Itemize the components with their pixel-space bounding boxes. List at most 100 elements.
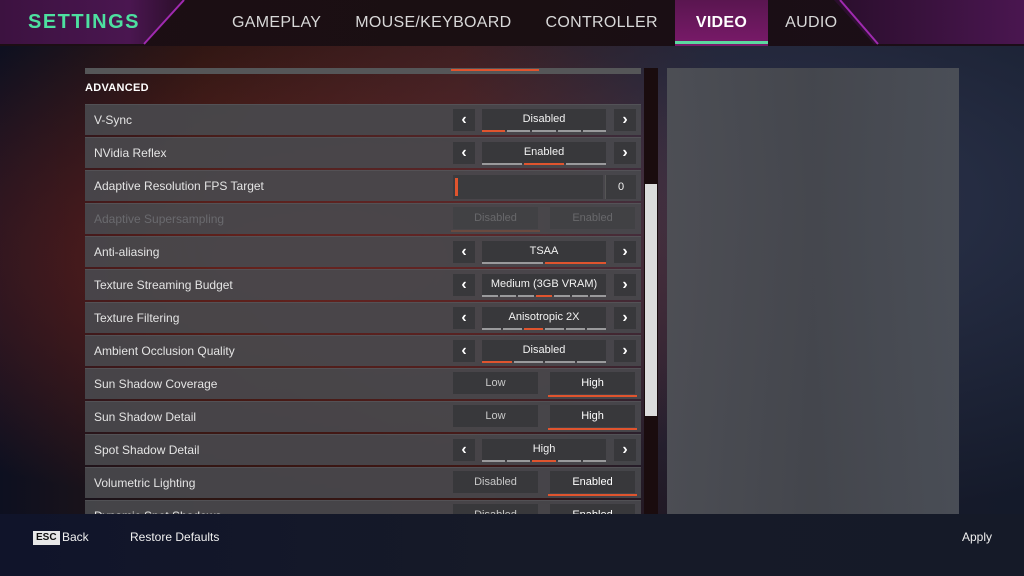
- chevron-right-icon[interactable]: ›: [614, 340, 636, 362]
- setting-row-dynamic-spot-shadows[interactable]: Dynamic Spot ShadowsDisabledEnabled: [85, 500, 641, 514]
- option-segment: [482, 262, 543, 264]
- slider-value-field[interactable]: 0: [605, 175, 636, 199]
- apply-button[interactable]: Apply: [962, 530, 992, 544]
- slider-handle[interactable]: [455, 178, 458, 196]
- setting-row-ambient-occlusion-quality[interactable]: Ambient Occlusion Quality ‹ Disabled ›: [85, 335, 641, 366]
- setting-label: NVidia Reflex: [94, 146, 167, 160]
- selected-option-value: High: [482, 439, 606, 461]
- option-segment: [500, 295, 516, 297]
- tab-mouse-keyboard[interactable]: MOUSE/KEYBOARD: [338, 0, 528, 46]
- toggle-option-disabled[interactable]: Disabled: [453, 471, 538, 493]
- option-segment: [482, 295, 498, 297]
- option-toggle: Low High: [453, 405, 637, 430]
- option-segment: [576, 361, 606, 363]
- slider-track[interactable]: [453, 175, 603, 199]
- option-segment: [507, 130, 531, 132]
- option-segment: [545, 328, 564, 330]
- esc-key-icon: ESC: [33, 531, 60, 545]
- previous-row-selection-indicator: [451, 69, 539, 71]
- option-segment-selected: [482, 130, 506, 132]
- chevron-right-icon[interactable]: ›: [614, 274, 636, 296]
- setting-row-v-sync[interactable]: V-Sync ‹ Disabled ›: [85, 104, 641, 135]
- option-segment-selected: [532, 460, 556, 462]
- chevron-left-icon[interactable]: ‹: [453, 439, 475, 461]
- tab-video[interactable]: VIDEO: [674, 0, 769, 46]
- toggle-option-high[interactable]: High: [548, 405, 637, 430]
- setting-row-sun-shadow-coverage[interactable]: Sun Shadow Coverage Low High: [85, 368, 641, 399]
- chevron-right-icon[interactable]: ›: [614, 109, 636, 131]
- setting-preview-pane: [667, 68, 959, 514]
- tab-gameplay[interactable]: GAMEPLAY: [215, 0, 338, 46]
- setting-row-nvidia-reflex[interactable]: NVidia Reflex ‹ Enabled ›: [85, 137, 641, 168]
- option-segment: [513, 361, 543, 363]
- option-segment: [554, 295, 570, 297]
- settings-tabs: GAMEPLAY MOUSE/KEYBOARD CONTROLLER VIDEO…: [215, 0, 854, 46]
- settings-list: V-Sync ‹ Disabled › NVidia Reflex ‹ Enabled › Ad…: [85, 104, 641, 514]
- tab-controller[interactable]: CONTROLLER: [528, 0, 674, 46]
- option-segment-selected: [545, 262, 606, 264]
- setting-row-spot-shadow-detail[interactable]: Spot Shadow Detail ‹ High ›: [85, 434, 641, 465]
- chevron-left-icon[interactable]: ‹: [453, 274, 475, 296]
- toggle-option-low[interactable]: Low: [453, 372, 538, 394]
- setting-row-adaptive-supersampling: Adaptive Supersampling Disabled Enabled: [85, 203, 641, 234]
- chevron-left-icon[interactable]: ‹: [453, 109, 475, 131]
- setting-row-volumetric-lighting[interactable]: Volumetric Lighting Disabled Enabled: [85, 467, 641, 498]
- setting-row-sun-shadow-detail[interactable]: Sun Shadow Detail Low High: [85, 401, 641, 432]
- chevron-right-icon[interactable]: ›: [614, 439, 636, 461]
- selected-option-value: Enabled: [482, 142, 606, 164]
- chevron-left-icon[interactable]: ‹: [453, 142, 475, 164]
- option-segment: [557, 130, 581, 132]
- option-segment: [582, 130, 607, 132]
- toggle-option-high[interactable]: High: [548, 372, 637, 397]
- toggle-option-disabled: Disabled: [451, 207, 540, 232]
- chevron-right-icon[interactable]: ›: [614, 307, 636, 329]
- chevron-left-icon[interactable]: ‹: [453, 340, 475, 362]
- option-segment-selected: [536, 295, 552, 297]
- page-title: SETTINGS: [28, 11, 141, 33]
- chevron-left-icon[interactable]: ‹: [453, 307, 475, 329]
- settings-panel: ADVANCED V-Sync ‹ Disabled › NVidia Reflex ‹ E…: [85, 68, 641, 514]
- chevron-right-icon[interactable]: ›: [614, 142, 636, 164]
- option-carousel: ‹ TSAA ›: [453, 241, 636, 265]
- option-segment: [587, 328, 606, 330]
- setting-label: Ambient Occlusion Quality: [94, 344, 235, 358]
- restore-defaults-button[interactable]: Restore Defaults: [130, 530, 219, 544]
- setting-row-adaptive-resolution-fps-target[interactable]: Adaptive Resolution FPS Target 0: [85, 170, 641, 201]
- right-decoration-edge: [839, 0, 879, 45]
- setting-label: Texture Streaming Budget: [94, 278, 233, 292]
- option-position-indicator: [482, 295, 606, 297]
- option-carousel: ‹ Enabled ›: [453, 142, 636, 166]
- scrollbar-thumb[interactable]: [645, 183, 657, 416]
- option-segment-selected: [524, 328, 543, 330]
- toggle-option-enabled[interactable]: Enabled: [550, 504, 635, 514]
- previous-row-fragment: [85, 68, 641, 74]
- option-position-indicator: [482, 262, 606, 264]
- chevron-left-icon[interactable]: ‹: [453, 241, 475, 263]
- setting-row-anti-aliasing[interactable]: Anti-aliasing ‹ TSAA ›: [85, 236, 641, 267]
- setting-label: Sun Shadow Coverage: [94, 377, 218, 391]
- option-position-indicator: [482, 163, 606, 165]
- option-segment: [590, 295, 606, 297]
- back-button[interactable]: Back: [62, 530, 89, 544]
- option-segment: [557, 460, 581, 462]
- option-carousel: ‹ High ›: [453, 439, 636, 463]
- toggle-option-enabled: Enabled: [550, 207, 635, 229]
- toggle-option-enabled[interactable]: Enabled: [548, 471, 637, 496]
- settings-scrollbar[interactable]: [644, 68, 658, 514]
- setting-label: V-Sync: [94, 113, 133, 127]
- toggle-option-disabled[interactable]: Disabled: [453, 504, 538, 514]
- setting-row-texture-streaming-budget[interactable]: Texture Streaming Budget ‹ Medium (3GB VRA…: [85, 269, 641, 300]
- setting-label: Texture Filtering: [94, 311, 180, 325]
- bottom-bar: ESC Back Restore Defaults Apply: [0, 514, 1024, 576]
- title-block-edge: [143, 0, 185, 45]
- option-position-indicator: [482, 130, 607, 132]
- toggle-option-low[interactable]: Low: [453, 405, 538, 427]
- option-position-indicator: [482, 361, 606, 363]
- option-carousel: ‹ Medium (3GB VRAM) ›: [453, 274, 636, 298]
- option-segment-selected: [524, 163, 564, 165]
- chevron-right-icon[interactable]: ›: [614, 241, 636, 263]
- option-toggle: Low High: [453, 372, 637, 397]
- option-toggle: Disabled Enabled: [451, 207, 636, 232]
- setting-row-texture-filtering[interactable]: Texture Filtering ‹ Anisotropic 2X ›: [85, 302, 641, 333]
- top-navigation-bar: SETTINGS GAMEPLAY MOUSE/KEYBOARD CONTROL…: [0, 0, 1024, 46]
